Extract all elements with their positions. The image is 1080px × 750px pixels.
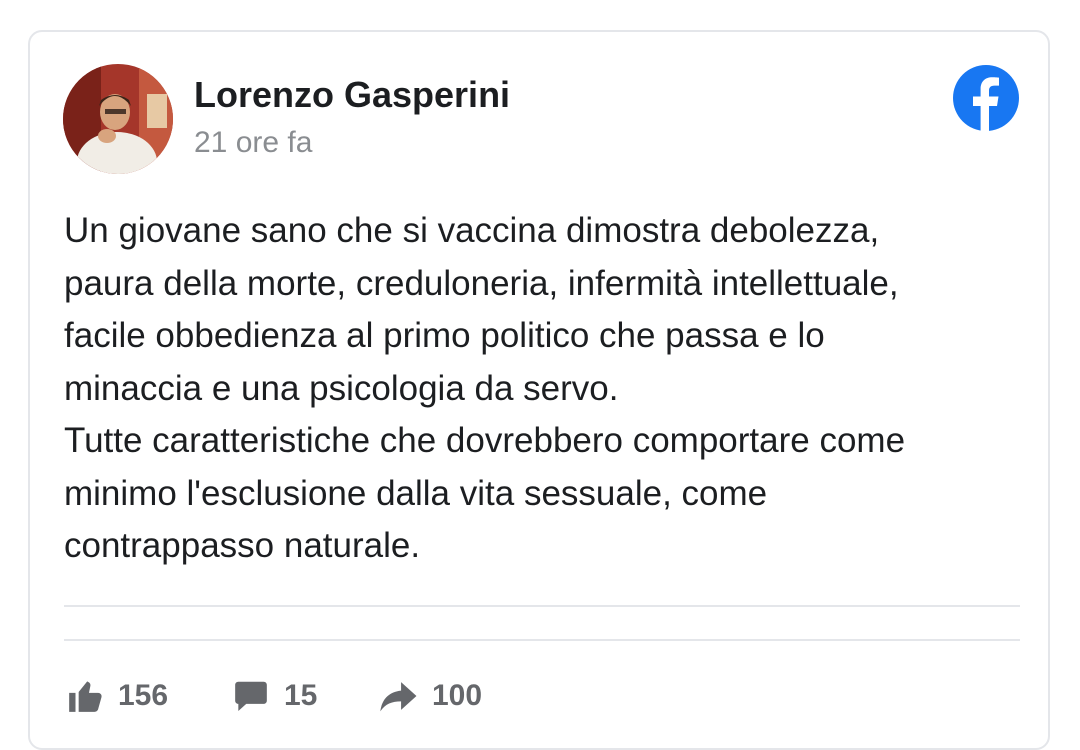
post-text-line: paura della morte, creduloneria, infermi… (64, 263, 899, 303)
author-name[interactable]: Lorenzo Gasperini (194, 74, 510, 116)
comment-count: 15 (284, 679, 318, 712)
thumbs-up-icon (69, 681, 102, 712)
post-text-line: minaccia e una psicologia da servo. (64, 368, 619, 408)
share-icon (380, 682, 417, 712)
divider (64, 639, 1020, 641)
profile-photo (63, 64, 173, 174)
post-text: Un giovane sano che si vaccina dimostra … (64, 205, 1024, 573)
post-text-line: facile obbedienza al primo politico che … (64, 316, 825, 355)
divider (64, 605, 1020, 607)
post-text-line: minimo l'esclusione dalla vita sessuale,… (64, 473, 768, 513)
share-button[interactable]: 100 (378, 676, 482, 716)
post-text-line: Tutte caratteristiche che dovrebbero com… (64, 421, 906, 460)
like-button[interactable]: 156 (66, 676, 168, 716)
post-text-line: Un giovane sano che si vaccina dimostra … (64, 211, 880, 250)
comment-button[interactable]: 15 (232, 676, 317, 716)
avatar[interactable] (63, 64, 173, 174)
share-count: 100 (432, 679, 483, 712)
post-timestamp[interactable]: 21 ore fa (194, 126, 312, 160)
facebook-icon[interactable] (952, 64, 1020, 132)
post-card: Lorenzo Gasperini 21 ore fa Un giovane s… (28, 30, 1050, 750)
comment-icon (235, 681, 267, 712)
post-text-line: contrappasso naturale. (64, 526, 421, 565)
like-count: 156 (118, 679, 169, 712)
